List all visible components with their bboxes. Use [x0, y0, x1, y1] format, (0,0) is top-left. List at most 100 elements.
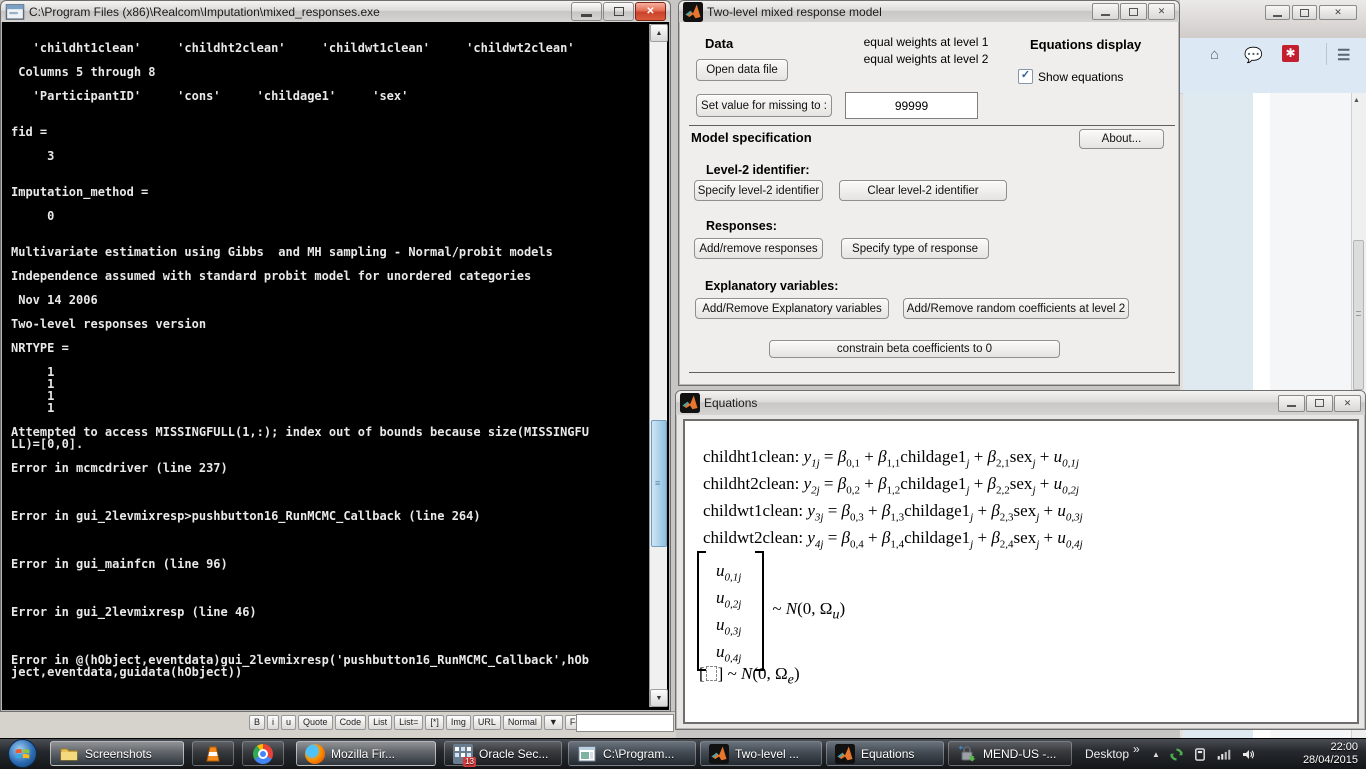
sync-icon[interactable] [1169, 747, 1184, 762]
taskbar-matlab-model-button[interactable]: Two-level ... [700, 741, 822, 766]
matlab-icon [680, 393, 700, 413]
add-remove-responses-button[interactable]: Add/remove responses [694, 238, 823, 259]
weights-line1: equal weights at level 1 [831, 35, 1021, 49]
editor-toolbar-button[interactable]: Img [446, 715, 471, 730]
constrain-beta-button[interactable]: constrain beta coefficients to 0 [769, 340, 1060, 358]
vlc-icon [203, 744, 223, 764]
data-heading: Data [705, 36, 733, 51]
collapsed-vector-icon [706, 666, 717, 681]
e-distribution: [] ~ N(0, Ωe) [699, 664, 800, 688]
equations-restore-button[interactable] [1306, 395, 1333, 412]
clock-time: 22:00 [1278, 741, 1358, 754]
taskbar-mendus-button[interactable]: MEND-US -... [948, 741, 1072, 766]
console-scrollbar[interactable]: ▲ ▼ [649, 24, 667, 707]
taskbar-console-button[interactable]: C:\Program... [568, 741, 696, 766]
browser-scroll-thumb[interactable] [1353, 240, 1364, 390]
model-close-button[interactable]: ✕ [1148, 3, 1175, 20]
equations-close-button[interactable]: ✕ [1334, 395, 1361, 412]
model-titlebar[interactable]: Two-level mixed response model ✕ [679, 1, 1179, 22]
taskbar-label: Mozilla Fir... [331, 747, 395, 761]
taskbar-label: Oracle Sec... [479, 747, 548, 761]
scroll-down-arrow[interactable]: ▼ [650, 689, 668, 707]
add-random-coefficients-button[interactable]: Add/Remove random coefficients at level … [903, 298, 1129, 319]
taskbar: Screenshots Mozilla Fir... 13 Oracle Sec… [0, 738, 1366, 769]
scroll-thumb[interactable] [651, 420, 667, 547]
chevron-icon[interactable]: » [1133, 742, 1140, 756]
show-equations-label: Show equations [1038, 70, 1123, 84]
console-close-button[interactable]: ✕ [635, 2, 666, 21]
u-distribution: ~ N(0, Ωu) [772, 599, 845, 623]
console-restore-button[interactable] [603, 2, 634, 21]
model-restore-button[interactable] [1120, 3, 1147, 20]
device-icon[interactable] [1193, 747, 1207, 762]
separator [689, 372, 1175, 373]
browser-restore-button[interactable] [1292, 5, 1317, 20]
editor-toolbar-button[interactable]: [*] [425, 715, 444, 730]
equations-minimize-button[interactable] [1278, 395, 1305, 412]
scroll-up-arrow[interactable]: ▲ [650, 24, 668, 42]
editor-toolbar-button[interactable]: Normal [503, 715, 542, 730]
editor-toolbar-button[interactable]: List= [394, 715, 423, 730]
tray-expand-icon[interactable]: ▲ [1152, 750, 1160, 759]
model-minimize-button[interactable] [1092, 3, 1119, 20]
model-content: Data equal weights at level 1 equal weig… [681, 22, 1177, 383]
desktop-toolbar[interactable]: Desktop » [1085, 739, 1140, 769]
specify-level2-button[interactable]: Specify level-2 identifier [694, 180, 823, 201]
toolbar-divider [1326, 43, 1327, 65]
chat-bubble-icon[interactable]: 💬 [1244, 46, 1263, 64]
browser-scroll-up-arrow[interactable]: ▲ [1353, 97, 1360, 104]
editor-toolbar-button[interactable]: ▼ [544, 715, 563, 730]
missing-value-field[interactable]: 99999 [845, 92, 978, 119]
taskbar-firefox-button[interactable]: Mozilla Fir... [296, 741, 436, 766]
matlab-icon [709, 744, 729, 764]
taskbar-oracle-button[interactable]: 13 Oracle Sec... [444, 741, 562, 766]
equations-list: childht1clean: y1j = β0,1 + β1,1childage… [703, 443, 1083, 551]
about-button[interactable]: About... [1079, 129, 1164, 149]
network-signal-icon[interactable] [1216, 747, 1232, 761]
console-titlebar[interactable]: C:\Program Files (x86)\Realcom\Imputatio… [1, 1, 670, 22]
editor-toolbar-button[interactable]: u [281, 715, 296, 730]
open-data-file-button[interactable]: Open data file [696, 59, 788, 81]
u-vector-terms: u0,1ju0,2ju0,3ju0,4j [706, 551, 755, 671]
desktop-toolbar-label[interactable]: Desktop [1085, 747, 1129, 761]
desktop: { "console": { "title": "C:\\Program Fil… [0, 0, 1366, 768]
taskbar-clock[interactable]: 22:00 28/04/2015 [1278, 741, 1358, 767]
editor-toolbar-button[interactable]: B [249, 715, 265, 730]
editor-toolbar-button[interactable]: i [267, 715, 279, 730]
editor-text-input[interactable] [576, 714, 674, 732]
model-spec-heading: Model specification [691, 130, 812, 145]
equations-titlebar[interactable]: Equations ✕ [676, 391, 1365, 415]
taskbar-chrome-button[interactable] [242, 741, 284, 766]
equations-window: Equations ✕ childht1clean: y1j = β0,1 + … [675, 390, 1366, 730]
editor-toolbar-button[interactable]: URL [473, 715, 501, 730]
u-vector-block: u0,1ju0,2ju0,3ju0,4j ~ N(0, Ωu) [697, 551, 845, 671]
console-window: C:\Program Files (x86)\Realcom\Imputatio… [0, 0, 671, 712]
clear-level2-button[interactable]: Clear level-2 identifier [839, 180, 1007, 201]
taskbar-vlc-button[interactable] [192, 741, 234, 766]
console-app-icon [5, 2, 25, 22]
editor-toolbar-button[interactable]: Quote [298, 715, 333, 730]
console-body: 'childht1clean' 'childht2clean' 'childwt… [3, 22, 668, 709]
separator [689, 125, 1175, 126]
editor-toolbar-button[interactable]: Code [335, 715, 367, 730]
level2-label: Level-2 identifier: [706, 163, 810, 177]
start-button[interactable] [8, 739, 37, 768]
forum-editor-toolbar: BiuQuoteCodeListList=[*]ImgURLNormal▼Fon… [0, 711, 676, 739]
browser-close-button[interactable]: ✕ [1319, 5, 1357, 20]
set-missing-value-button[interactable]: Set value for missing to : [696, 94, 832, 117]
browser-toolbar: ⌂ 💬 ✱ ☰ [1180, 38, 1366, 94]
console-minimize-button[interactable] [571, 2, 602, 21]
taskbar-equations-button[interactable]: Equations [826, 741, 944, 766]
speaker-icon[interactable] [1241, 747, 1257, 762]
browser-minimize-button[interactable] [1265, 5, 1290, 20]
taskbar-label: Screenshots [85, 747, 152, 761]
specify-response-type-button[interactable]: Specify type of response [841, 238, 989, 259]
lastpass-icon[interactable]: ✱ [1282, 45, 1299, 62]
home-icon[interactable]: ⌂ [1210, 46, 1219, 63]
menu-icon[interactable]: ☰ [1337, 46, 1350, 64]
taskbar-screenshots-button[interactable]: Screenshots [50, 741, 184, 766]
show-equations-checkbox[interactable]: ✓ [1018, 69, 1033, 84]
editor-toolbar-button[interactable]: List [368, 715, 392, 730]
taskbar-label: MEND-US -... [983, 747, 1056, 761]
add-explanatory-button[interactable]: Add/Remove Explanatory variables [695, 298, 889, 319]
